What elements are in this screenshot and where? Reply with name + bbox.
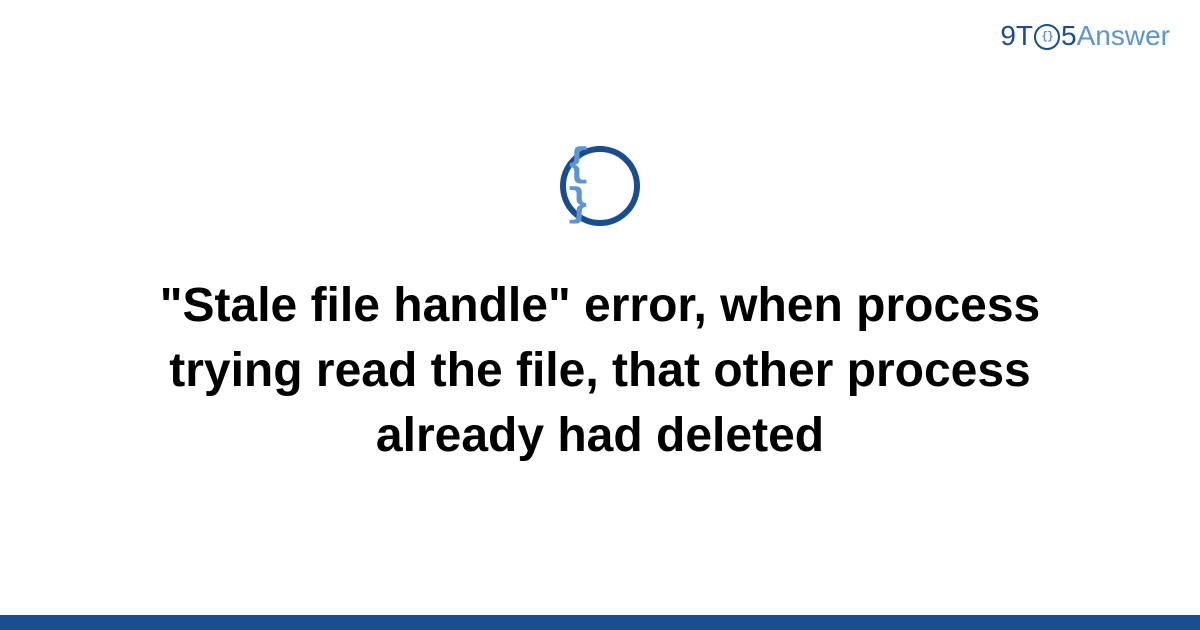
braces-icon: { } bbox=[566, 146, 634, 226]
main-content: { } "Stale file handle" error, when proc… bbox=[0, 0, 1200, 615]
page-title: "Stale file handle" error, when process … bbox=[100, 274, 1100, 468]
topic-icon-circle: { } bbox=[560, 146, 640, 226]
footer-accent-bar bbox=[0, 615, 1200, 630]
